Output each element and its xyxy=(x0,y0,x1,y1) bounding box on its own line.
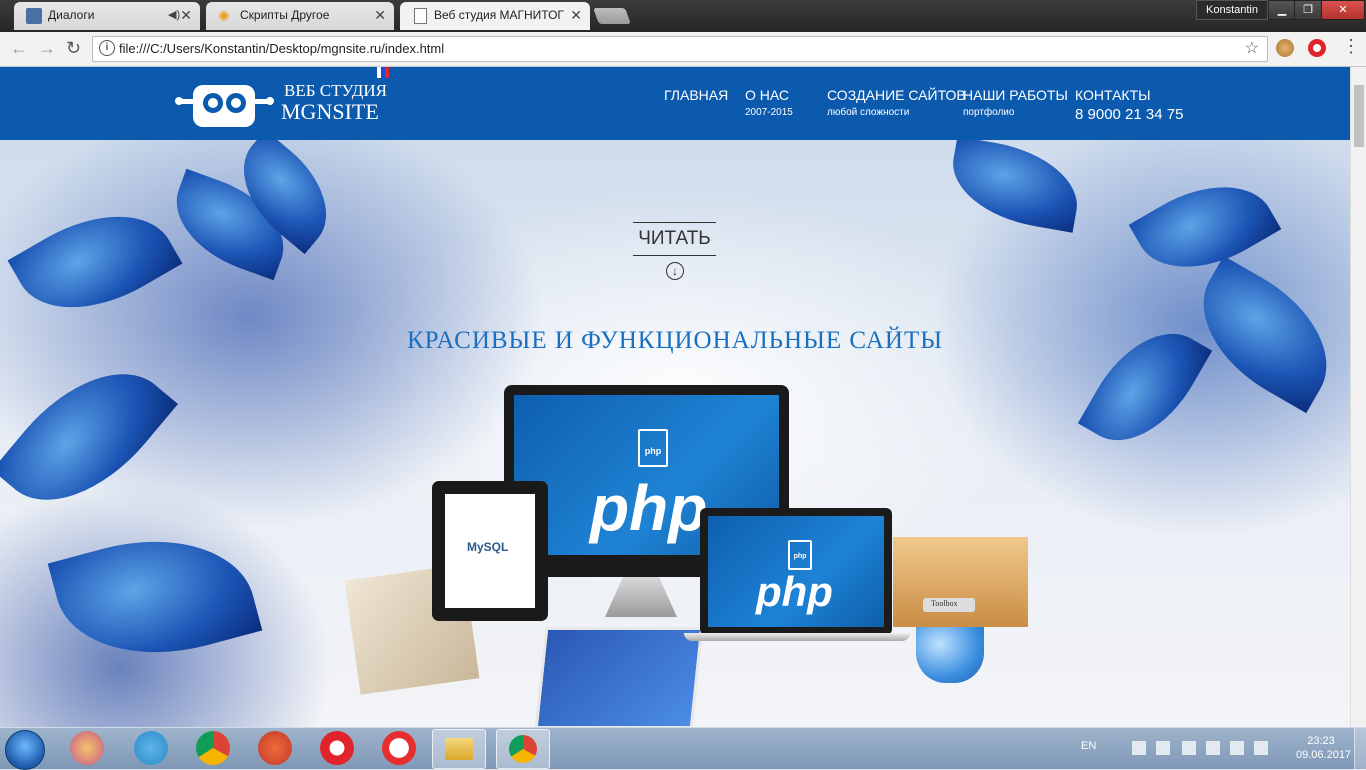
cookie-extension-icon[interactable] xyxy=(1276,39,1294,57)
read-button[interactable]: ЧИТАТЬ xyxy=(633,222,716,256)
reload-icon[interactable]: ↻ xyxy=(66,38,81,59)
paint-icon[interactable] xyxy=(70,731,104,765)
windows-taskbar: EN 23:23 09.06.2017 xyxy=(0,727,1366,770)
hero-slogan: КРАСИВЫЕ И ФУНКЦИОНАЛЬНЫЕ САЙТЫ xyxy=(406,327,944,354)
blueprint-illustration xyxy=(534,627,704,727)
nav-about[interactable]: О НАС 2007-2015 xyxy=(745,87,793,118)
nav-sublabel: портфолио xyxy=(963,107,1015,118)
speaker-icon[interactable] xyxy=(1254,741,1268,755)
chrome-icon xyxy=(509,735,537,763)
new-tab-button[interactable] xyxy=(593,8,631,24)
mysql-logo: MySQL xyxy=(467,540,509,554)
play-icon xyxy=(26,8,42,24)
minimize-button[interactable]: ▁ xyxy=(1268,0,1296,20)
sun-icon: ✺ xyxy=(218,8,230,24)
network-icon[interactable] xyxy=(1230,741,1244,755)
speaker-icon[interactable]: ◀) xyxy=(168,8,180,21)
chrome-taskbar-button[interactable] xyxy=(496,729,550,769)
start-button[interactable] xyxy=(5,730,45,770)
php-file-icon: php xyxy=(638,429,668,467)
tab-title: Диалоги xyxy=(48,8,95,22)
tab-mgnsite[interactable]: Веб студия МАГНИТОГС ✕ xyxy=(400,2,590,30)
robot-logo-icon xyxy=(175,85,274,127)
nav-contacts[interactable]: КОНТАКТЫ 8 9000 21 34 75 xyxy=(1075,87,1183,123)
menu-icon[interactable]: ⋮ xyxy=(1342,36,1360,57)
tab-title: Веб студия МАГНИТОГС xyxy=(434,8,564,22)
explorer-taskbar-button[interactable] xyxy=(432,729,486,769)
php-file-icon: php xyxy=(788,540,812,570)
scrollbar-thumb[interactable] xyxy=(1354,85,1364,147)
tablet-screen: MySQL xyxy=(445,494,535,608)
site-header: ВЕБ СТУДИЯ MGNSITE ГЛАВНАЯ О НАС 2007-20… xyxy=(0,67,1350,140)
shield-icon[interactable] xyxy=(1156,741,1170,755)
tab-dialogs[interactable]: Диалоги ◀) ✕ xyxy=(14,2,200,30)
page-scrollbar[interactable] xyxy=(1350,67,1366,727)
php-logo: php xyxy=(756,568,833,615)
nav-label[interactable]: О НАС xyxy=(745,87,793,103)
back-icon[interactable]: ← xyxy=(10,38,28,59)
nav-label[interactable]: СОЗДАНИЕ САЙТОВ xyxy=(827,87,966,103)
url-text[interactable]: file:///C:/Users/Konstantin/Desktop/mgns… xyxy=(119,41,444,56)
toolbox-plate: Toolbox xyxy=(923,598,975,612)
russian-flag-icon xyxy=(377,67,389,78)
phone-number[interactable]: 8 9000 21 34 75 xyxy=(1075,106,1183,123)
leaf-decoration xyxy=(47,514,263,680)
leaf-decoration xyxy=(0,339,178,535)
nav-label[interactable]: ГЛАВНАЯ xyxy=(664,87,728,103)
maximize-button[interactable]: ❐ xyxy=(1294,0,1322,20)
laptop-screen: php php xyxy=(708,516,884,627)
browser-tab-strip: Диалоги ◀) ✕ ✺ Скрипты Другое ✕ Веб студ… xyxy=(0,0,1366,32)
logo-line-1: ВЕБ СТУДИЯ xyxy=(284,81,387,100)
toolbox-illustration xyxy=(893,537,1028,627)
opera-extension-icon[interactable] xyxy=(1308,39,1326,57)
coffee-cup-illustration xyxy=(916,627,984,683)
system-clock[interactable]: 23:23 09.06.2017 xyxy=(1296,734,1352,762)
folder-icon xyxy=(445,738,473,760)
php-logo: php xyxy=(590,472,708,544)
page-icon xyxy=(414,8,427,24)
tab-scripts[interactable]: ✺ Скрипты Другое ✕ xyxy=(206,2,394,30)
address-bar[interactable]: i file:///C:/Users/Konstantin/Desktop/mg… xyxy=(92,36,1268,62)
web-page: ВЕБ СТУДИЯ MGNSITE ГЛАВНАЯ О НАС 2007-20… xyxy=(0,67,1350,727)
nav-portfolio[interactable]: НАШИ РАБОТЫ портфолио xyxy=(963,87,1068,118)
show-desktop-button[interactable] xyxy=(1354,728,1366,769)
toolbox-label: Toolbox xyxy=(931,599,958,608)
laptop-base xyxy=(684,633,910,641)
close-window-button[interactable]: ✕ xyxy=(1321,0,1365,20)
telegram-icon[interactable] xyxy=(134,731,168,765)
nav-home[interactable]: ГЛАВНАЯ xyxy=(664,87,728,103)
volume-icon[interactable] xyxy=(1132,741,1146,755)
keyboard-language[interactable]: EN xyxy=(1081,740,1096,752)
flag-icon[interactable] xyxy=(1182,741,1196,755)
tab-title: Скрипты Другое xyxy=(240,8,330,22)
arrow-down-circle-icon[interactable]: ↓ xyxy=(666,262,684,280)
nav-sublabel: любой сложности xyxy=(827,107,910,118)
leaf-decoration xyxy=(944,136,1086,233)
forward-icon[interactable]: → xyxy=(38,38,56,59)
logo-line-2: MGNSITE xyxy=(281,99,379,124)
close-tab-icon[interactable]: ✕ xyxy=(180,7,192,24)
leaf-decoration xyxy=(1128,159,1282,295)
bookmark-star-icon[interactable]: ☆ xyxy=(1245,38,1259,58)
chrome-icon[interactable] xyxy=(196,731,230,765)
nav-sublabel: 2007-2015 xyxy=(745,107,793,118)
ccleaner-icon[interactable] xyxy=(258,731,292,765)
device-icon[interactable] xyxy=(1206,741,1220,755)
profile-button[interactable]: Konstantin xyxy=(1196,0,1268,20)
clock-time: 23:23 xyxy=(1307,735,1335,747)
nav-label[interactable]: НАШИ РАБОТЫ xyxy=(963,87,1068,103)
nav-web-development[interactable]: СОЗДАНИЕ САЙТОВ любой сложности xyxy=(827,87,966,118)
opera-icon[interactable] xyxy=(320,731,354,765)
nav-label[interactable]: КОНТАКТЫ xyxy=(1075,87,1183,103)
laptop-illustration: php php xyxy=(700,508,892,635)
monitor-stand xyxy=(605,577,677,617)
close-tab-icon[interactable]: ✕ xyxy=(374,7,386,24)
browser-toolbar: ← → ↻ i file:///C:/Users/Konstantin/Desk… xyxy=(0,32,1366,67)
leaf-decoration xyxy=(7,185,183,339)
tablet-illustration: MySQL xyxy=(432,481,548,621)
clock-date: 09.06.2017 xyxy=(1296,749,1352,761)
info-icon[interactable]: i xyxy=(99,40,115,56)
close-tab-icon[interactable]: ✕ xyxy=(570,7,582,24)
yandex-browser-icon[interactable] xyxy=(382,731,416,765)
